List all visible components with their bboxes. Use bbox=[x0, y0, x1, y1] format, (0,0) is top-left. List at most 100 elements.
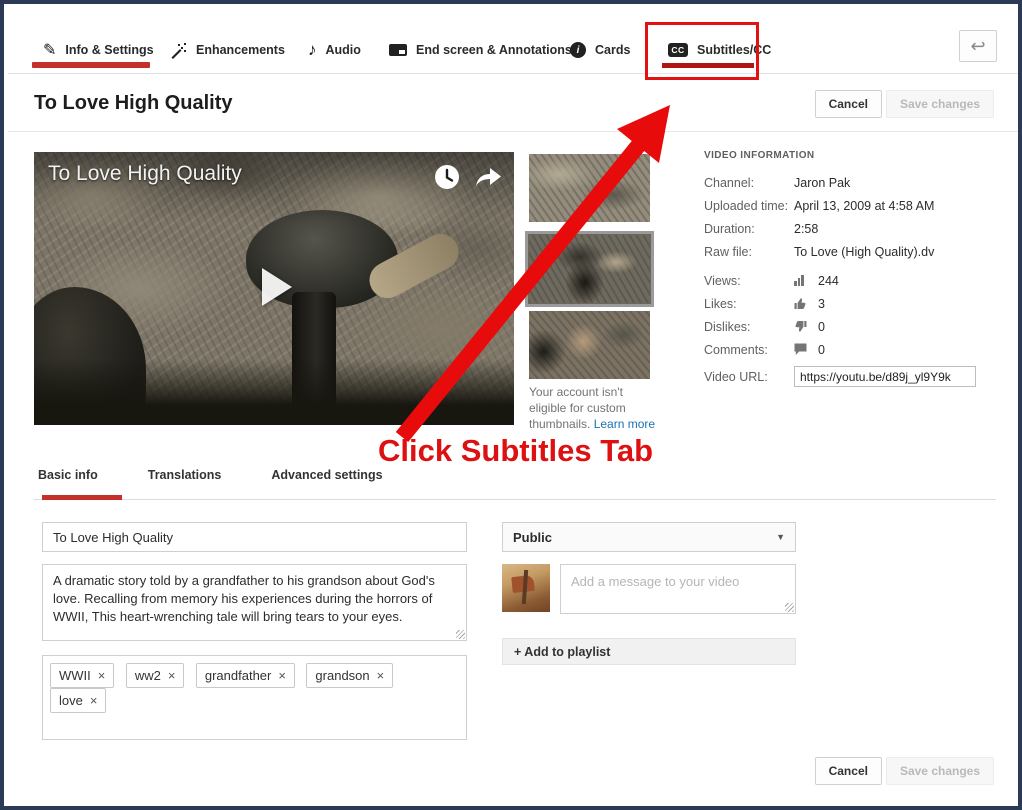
watch-later-clock-icon[interactable] bbox=[434, 164, 460, 190]
tab-subtitles-cc[interactable]: CC Subtitles/CC bbox=[668, 36, 771, 64]
info-label: Comments: bbox=[704, 343, 794, 357]
tab-label: Audio bbox=[326, 43, 361, 57]
video-url-input[interactable] bbox=[794, 366, 976, 387]
info-label: Uploaded time: bbox=[704, 199, 794, 213]
save-changes-button-bottom[interactable]: Save changes bbox=[886, 757, 994, 785]
tab-info-settings[interactable]: ✎ Info & Settings bbox=[43, 36, 154, 64]
info-label: Views: bbox=[704, 274, 794, 288]
annotation-text: Click Subtitles Tab bbox=[378, 433, 653, 469]
play-button[interactable] bbox=[262, 268, 292, 306]
subtab-active-underline bbox=[42, 495, 122, 500]
pencil-icon: ✎ bbox=[43, 40, 56, 60]
music-note-icon: ♪ bbox=[308, 40, 317, 60]
info-row-dislikes: Dislikes: 0 bbox=[704, 315, 1004, 338]
video-description-textarea[interactable]: A dramatic story told by a grandfather t… bbox=[42, 564, 467, 641]
header-actions: Cancel Save changes bbox=[4, 90, 994, 118]
info-value: April 13, 2009 at 4:58 AM bbox=[794, 199, 934, 213]
footer-actions: Cancel Save changes bbox=[4, 757, 994, 785]
thumbnail-option-1[interactable] bbox=[529, 154, 650, 222]
info-value: 0 bbox=[818, 320, 825, 334]
info-circle-icon: i bbox=[570, 42, 586, 58]
thumbnail-image bbox=[529, 235, 650, 303]
remove-tag-icon[interactable]: × bbox=[168, 669, 176, 682]
end-screen-icon bbox=[389, 44, 407, 56]
remove-tag-icon[interactable]: × bbox=[98, 669, 106, 682]
learn-more-link[interactable]: Learn more bbox=[594, 417, 655, 431]
thumb-down-icon bbox=[794, 320, 807, 333]
active-tab-underline bbox=[32, 62, 150, 68]
tab-label: Cards bbox=[595, 43, 630, 57]
video-information-heading: VIDEO INFORMATION bbox=[704, 150, 1004, 161]
cancel-button[interactable]: Cancel bbox=[815, 90, 882, 118]
privacy-selected-value: Public bbox=[513, 530, 552, 545]
video-player[interactable]: To Love High Quality bbox=[34, 152, 514, 425]
info-value: 244 bbox=[818, 274, 839, 288]
remove-tag-icon[interactable]: × bbox=[377, 669, 385, 682]
thumbnail-option-2-selected[interactable] bbox=[525, 231, 654, 307]
channel-avatar bbox=[502, 564, 550, 612]
tab-end-screen-annotations[interactable]: End screen & Annotations bbox=[389, 36, 572, 64]
remove-tag-icon[interactable]: × bbox=[278, 669, 286, 682]
resize-handle[interactable] bbox=[456, 630, 465, 639]
info-value: 2:58 bbox=[794, 222, 818, 236]
tab-cards[interactable]: i Cards bbox=[570, 36, 630, 64]
magic-wand-icon bbox=[170, 42, 187, 59]
info-row-uploaded: Uploaded time: April 13, 2009 at 4:58 AM bbox=[704, 194, 1004, 217]
tag-label: ww2 bbox=[135, 668, 161, 683]
thumbnail-option-3[interactable] bbox=[529, 311, 650, 379]
thumbnail-note: Your account isn't eligible for custom t… bbox=[529, 384, 657, 433]
chevron-down-icon: ▼ bbox=[776, 532, 785, 542]
info-row-comments: Comments: 0 bbox=[704, 338, 1004, 361]
add-to-playlist-button[interactable]: + Add to playlist bbox=[502, 638, 796, 665]
privacy-dropdown[interactable]: Public ▼ bbox=[502, 522, 796, 552]
cancel-button-bottom[interactable]: Cancel bbox=[815, 757, 882, 785]
tag-chip: love × bbox=[50, 688, 106, 713]
tag-label: grandfather bbox=[205, 668, 272, 683]
info-value: To Love (High Quality).dv bbox=[794, 245, 934, 259]
info-row-views: Views: 244 bbox=[704, 269, 1004, 292]
tab-audio[interactable]: ♪ Audio bbox=[308, 36, 361, 64]
tab-label: Subtitles/CC bbox=[697, 43, 771, 57]
back-arrow-icon: ↩ bbox=[970, 36, 985, 57]
save-changes-button[interactable]: Save changes bbox=[886, 90, 994, 118]
tab-label: Info & Settings bbox=[65, 43, 153, 57]
scene-shadow bbox=[34, 359, 514, 425]
share-arrow-icon[interactable] bbox=[474, 166, 502, 188]
info-label: Video URL: bbox=[704, 370, 794, 384]
info-row-raw-file: Raw file: To Love (High Quality).dv bbox=[704, 240, 1004, 263]
remove-tag-icon[interactable]: × bbox=[90, 694, 98, 707]
sub-tab-bar: Basic info Translations Advanced setting… bbox=[34, 462, 387, 488]
cc-icon: CC bbox=[668, 43, 688, 57]
tag-label: love bbox=[59, 693, 83, 708]
tab-label: End screen & Annotations bbox=[416, 43, 572, 57]
info-label: Dislikes: bbox=[704, 320, 794, 334]
subtab-advanced-settings[interactable]: Advanced settings bbox=[267, 462, 386, 488]
info-label: Channel: bbox=[704, 176, 794, 190]
back-button[interactable]: ↩ bbox=[959, 30, 997, 62]
resize-handle[interactable] bbox=[785, 603, 794, 612]
info-value: 3 bbox=[818, 297, 825, 311]
tag-chip: ww2 × bbox=[126, 663, 185, 688]
info-row-duration: Duration: 2:58 bbox=[704, 217, 1004, 240]
tag-chip: grandson × bbox=[306, 663, 393, 688]
info-value: Jaron Pak bbox=[794, 176, 850, 190]
info-value: 0 bbox=[818, 343, 825, 357]
tag-chip: WWII × bbox=[50, 663, 114, 688]
tags-field[interactable]: WWII × ww2 × grandfather × grandson × love × bbox=[42, 655, 467, 740]
tab-label: Enhancements bbox=[196, 43, 285, 57]
player-overlay-title: To Love High Quality bbox=[48, 162, 242, 186]
subtab-divider bbox=[34, 499, 996, 500]
tab-enhancements[interactable]: Enhancements bbox=[170, 36, 285, 64]
tag-label: WWII bbox=[59, 668, 91, 683]
header-divider bbox=[8, 131, 1022, 132]
tag-label: grandson bbox=[315, 668, 369, 683]
video-title-input[interactable] bbox=[42, 522, 467, 552]
video-information-panel: VIDEO INFORMATION Channel: Jaron Pak Upl… bbox=[704, 150, 1004, 388]
info-label: Duration: bbox=[704, 222, 794, 236]
info-label: Likes: bbox=[704, 297, 794, 311]
subtab-basic-info[interactable]: Basic info bbox=[34, 462, 102, 488]
video-message-textarea[interactable] bbox=[560, 564, 796, 614]
thumb-up-icon bbox=[794, 297, 807, 310]
subtab-translations[interactable]: Translations bbox=[144, 462, 226, 488]
comment-icon bbox=[794, 343, 807, 356]
